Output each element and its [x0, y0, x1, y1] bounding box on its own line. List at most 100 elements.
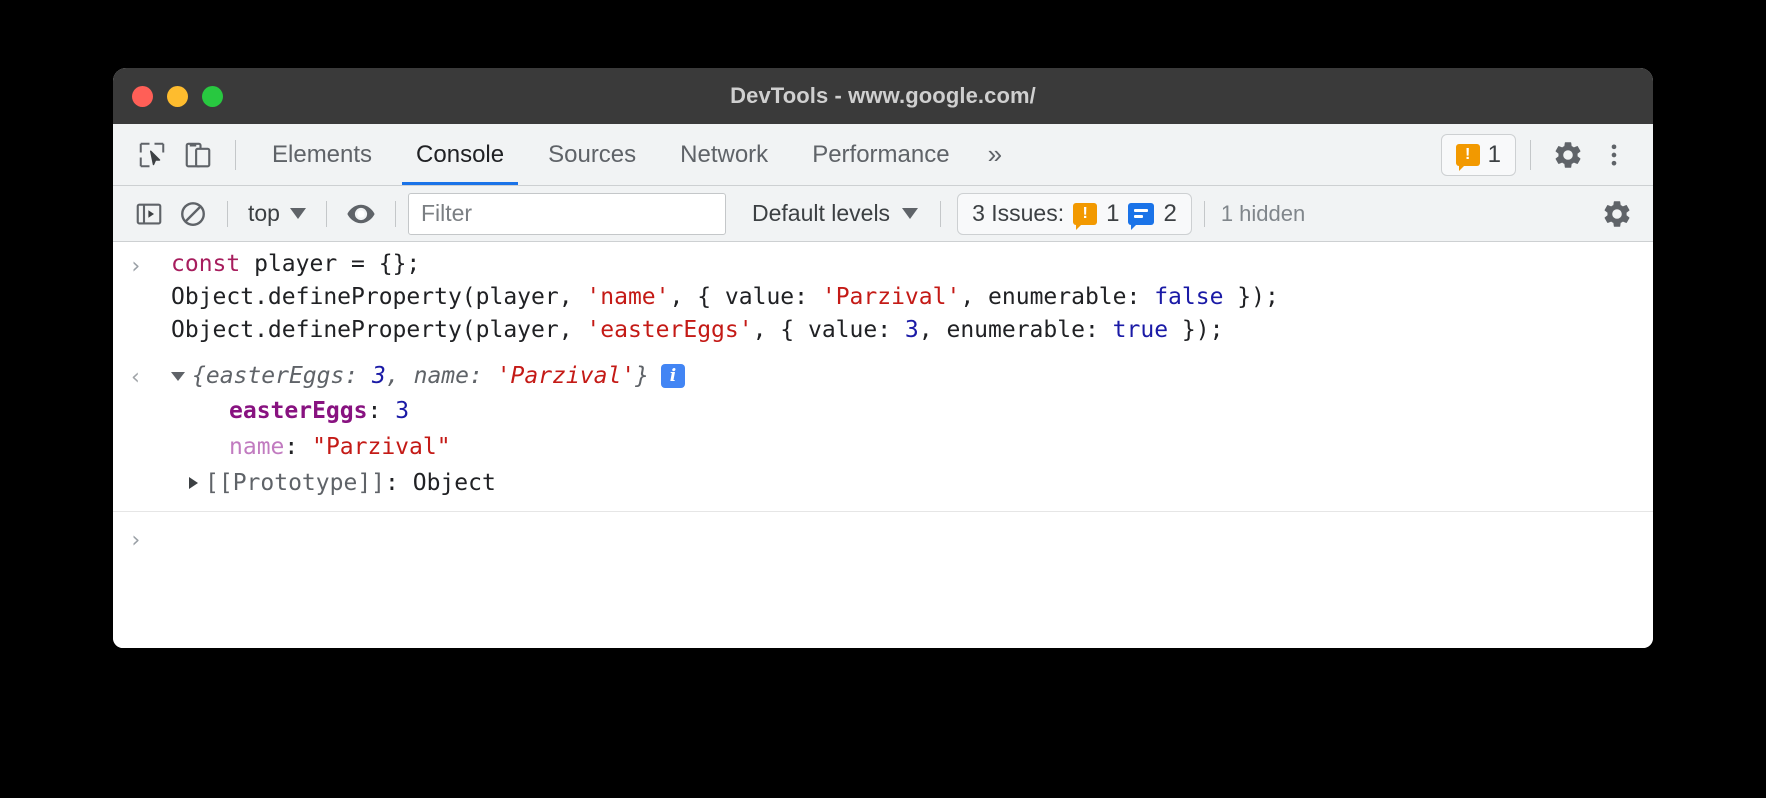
- panel-tabs: Elements Console Sources Network Perform…: [250, 124, 1018, 185]
- screenshot-root: DevTools - www.google.com/ Elements Cons…: [0, 0, 1766, 798]
- hidden-messages-label: 1 hidden: [1220, 200, 1306, 226]
- console-settings-gear-icon[interactable]: [1595, 192, 1639, 236]
- tabbar-actions: ! 1: [1440, 124, 1653, 185]
- traffic-light-buttons: [132, 85, 223, 107]
- preview-key-1: easterEggs:: [205, 363, 373, 389]
- property-row-easterEggs[interactable]: easterEggs: 3: [229, 393, 1653, 429]
- code-line2-str2: 'Parzival': [821, 284, 961, 310]
- warning-count-label: 1: [1487, 140, 1501, 168]
- toolbar-divider-5: [1203, 200, 1205, 227]
- console-prompt-row[interactable]: ›: [113, 512, 1653, 563]
- more-tabs-icon[interactable]: »: [972, 124, 1018, 185]
- device-toolbar-icon[interactable]: [175, 132, 221, 178]
- maximize-window-button[interactable]: [202, 85, 223, 107]
- code-line2-head: Object.defineProperty(player,: [171, 284, 587, 310]
- devtools-window: DevTools - www.google.com/ Elements Cons…: [113, 68, 1653, 648]
- execution-context-label: top: [248, 200, 280, 226]
- property-value: 3: [395, 398, 410, 424]
- tab-network-label: Network: [680, 140, 769, 168]
- prototype-colon: :: [385, 470, 413, 496]
- warning-icon: !: [1455, 143, 1480, 171]
- preview-value-2: 'Parzival': [496, 363, 636, 389]
- tab-elements-label: Elements: [272, 140, 373, 168]
- console-sidebar-icon[interactable]: [127, 192, 171, 236]
- code-line3-bool: true: [1112, 317, 1169, 343]
- tab-performance[interactable]: Performance: [790, 124, 971, 185]
- code-line2-str1: 'name': [586, 284, 670, 310]
- filter-input[interactable]: [407, 192, 726, 235]
- execution-context-selector[interactable]: top: [240, 194, 314, 234]
- toolbar-divider-2: [325, 200, 327, 227]
- issues-summary-button[interactable]: 3 Issues: ! 1 2: [957, 192, 1192, 235]
- log-levels-label: Default levels: [751, 200, 891, 226]
- tab-network[interactable]: Network: [658, 124, 790, 185]
- window-title-bar: DevTools - www.google.com/: [113, 68, 1653, 124]
- tab-sources[interactable]: Sources: [526, 124, 658, 185]
- code-line3-str1: 'easterEggs': [586, 317, 753, 343]
- tab-elements[interactable]: Elements: [250, 124, 394, 185]
- minimize-window-button[interactable]: [167, 85, 188, 107]
- devtools-tab-bar: Elements Console Sources Network Perform…: [113, 124, 1653, 186]
- object-properties-list: easterEggs: 3 name: "Parzival": [171, 393, 1653, 465]
- prototype-value: Object: [412, 470, 496, 496]
- code-line3-mid: , { value:: [752, 317, 905, 343]
- expand-toggle-icon[interactable]: [171, 371, 185, 381]
- tab-performance-label: Performance: [812, 140, 950, 168]
- more-tabs-label: »: [987, 139, 1003, 169]
- code-line1-rest: player = {};: [240, 251, 421, 277]
- close-window-button[interactable]: [132, 85, 153, 107]
- object-preview-line[interactable]: {easterEggs: 3, name: 'Parzival'} i: [171, 359, 1653, 393]
- property-colon: :: [367, 398, 396, 424]
- gear-icon[interactable]: [1545, 132, 1591, 178]
- next-prompt-icon: ›: [129, 528, 143, 553]
- code-keyword-const: const: [171, 251, 241, 277]
- log-levels-selector[interactable]: Default levels: [742, 194, 928, 234]
- kebab-menu-icon[interactable]: [1591, 132, 1637, 178]
- inspect-element-icon[interactable]: [129, 132, 175, 178]
- input-prompt-icon: ›: [129, 254, 143, 279]
- code-line2-mid2: , enumerable:: [960, 284, 1155, 310]
- preview-separator: ,: [385, 363, 414, 389]
- window-title: DevTools - www.google.com/: [730, 83, 1036, 108]
- output-prompt-icon: ‹: [129, 365, 143, 390]
- prototype-key: [[Prototype]]: [205, 470, 386, 496]
- preview-value-1: 3: [372, 363, 386, 389]
- console-input-message: › const player = {}; Object.defineProper…: [113, 242, 1653, 353]
- issues-warning-count: 1: [1106, 199, 1120, 227]
- toolbar-divider-1: [227, 200, 228, 227]
- code-line3-head: Object.defineProperty(player,: [171, 317, 587, 343]
- preview-key-2: name:: [413, 363, 497, 389]
- chevron-down-icon: [902, 208, 919, 219]
- code-line3-num: 3: [904, 317, 919, 343]
- code-line3-mid2: , enumerable:: [918, 317, 1113, 343]
- preview-open-brace: {: [192, 363, 206, 389]
- warning-icon: !: [1073, 202, 1098, 230]
- property-row-name[interactable]: name: "Parzival": [229, 429, 1653, 465]
- code-line2-bool: false: [1154, 284, 1224, 310]
- chevron-down-icon: [289, 208, 306, 219]
- info-badge-icon[interactable]: i: [661, 364, 686, 388]
- tab-sources-label: Sources: [548, 140, 637, 168]
- tabbar-divider: [235, 139, 236, 170]
- console-result-content: {easterEggs: 3, name: 'Parzival'} i easte…: [171, 359, 1653, 501]
- console-input-code: const player = {}; Object.defineProperty…: [171, 248, 1653, 347]
- console-toolbar-actions: [1595, 192, 1639, 236]
- expand-prototype-icon[interactable]: [189, 477, 198, 489]
- live-expression-icon[interactable]: [339, 192, 383, 236]
- tab-console[interactable]: Console: [394, 124, 526, 185]
- property-key: easterEggs: [229, 398, 368, 424]
- toolbar-divider-3: [394, 200, 396, 227]
- code-line3-tail: });: [1168, 317, 1224, 343]
- tabbar-actions-divider: [1530, 139, 1531, 170]
- console-message-list[interactable]: › const player = {}; Object.defineProper…: [113, 242, 1653, 648]
- property-value: "Parzival": [312, 434, 451, 460]
- prototype-row[interactable]: [[Prototype]]: Object: [171, 465, 1653, 501]
- issues-info-count: 2: [1163, 199, 1177, 227]
- console-result-row: ‹ {easterEggs: 3, name: 'Parzival'} i eas…: [113, 353, 1653, 511]
- issues-counter-button[interactable]: ! 1: [1440, 133, 1516, 176]
- code-line2-tail: });: [1223, 284, 1279, 310]
- console-result-message: ‹ {easterEggs: 3, name: 'Parzival'} i eas…: [113, 353, 1653, 512]
- clear-console-icon[interactable]: [171, 192, 215, 236]
- property-colon: :: [284, 434, 313, 460]
- preview-close-brace: }: [635, 363, 650, 389]
